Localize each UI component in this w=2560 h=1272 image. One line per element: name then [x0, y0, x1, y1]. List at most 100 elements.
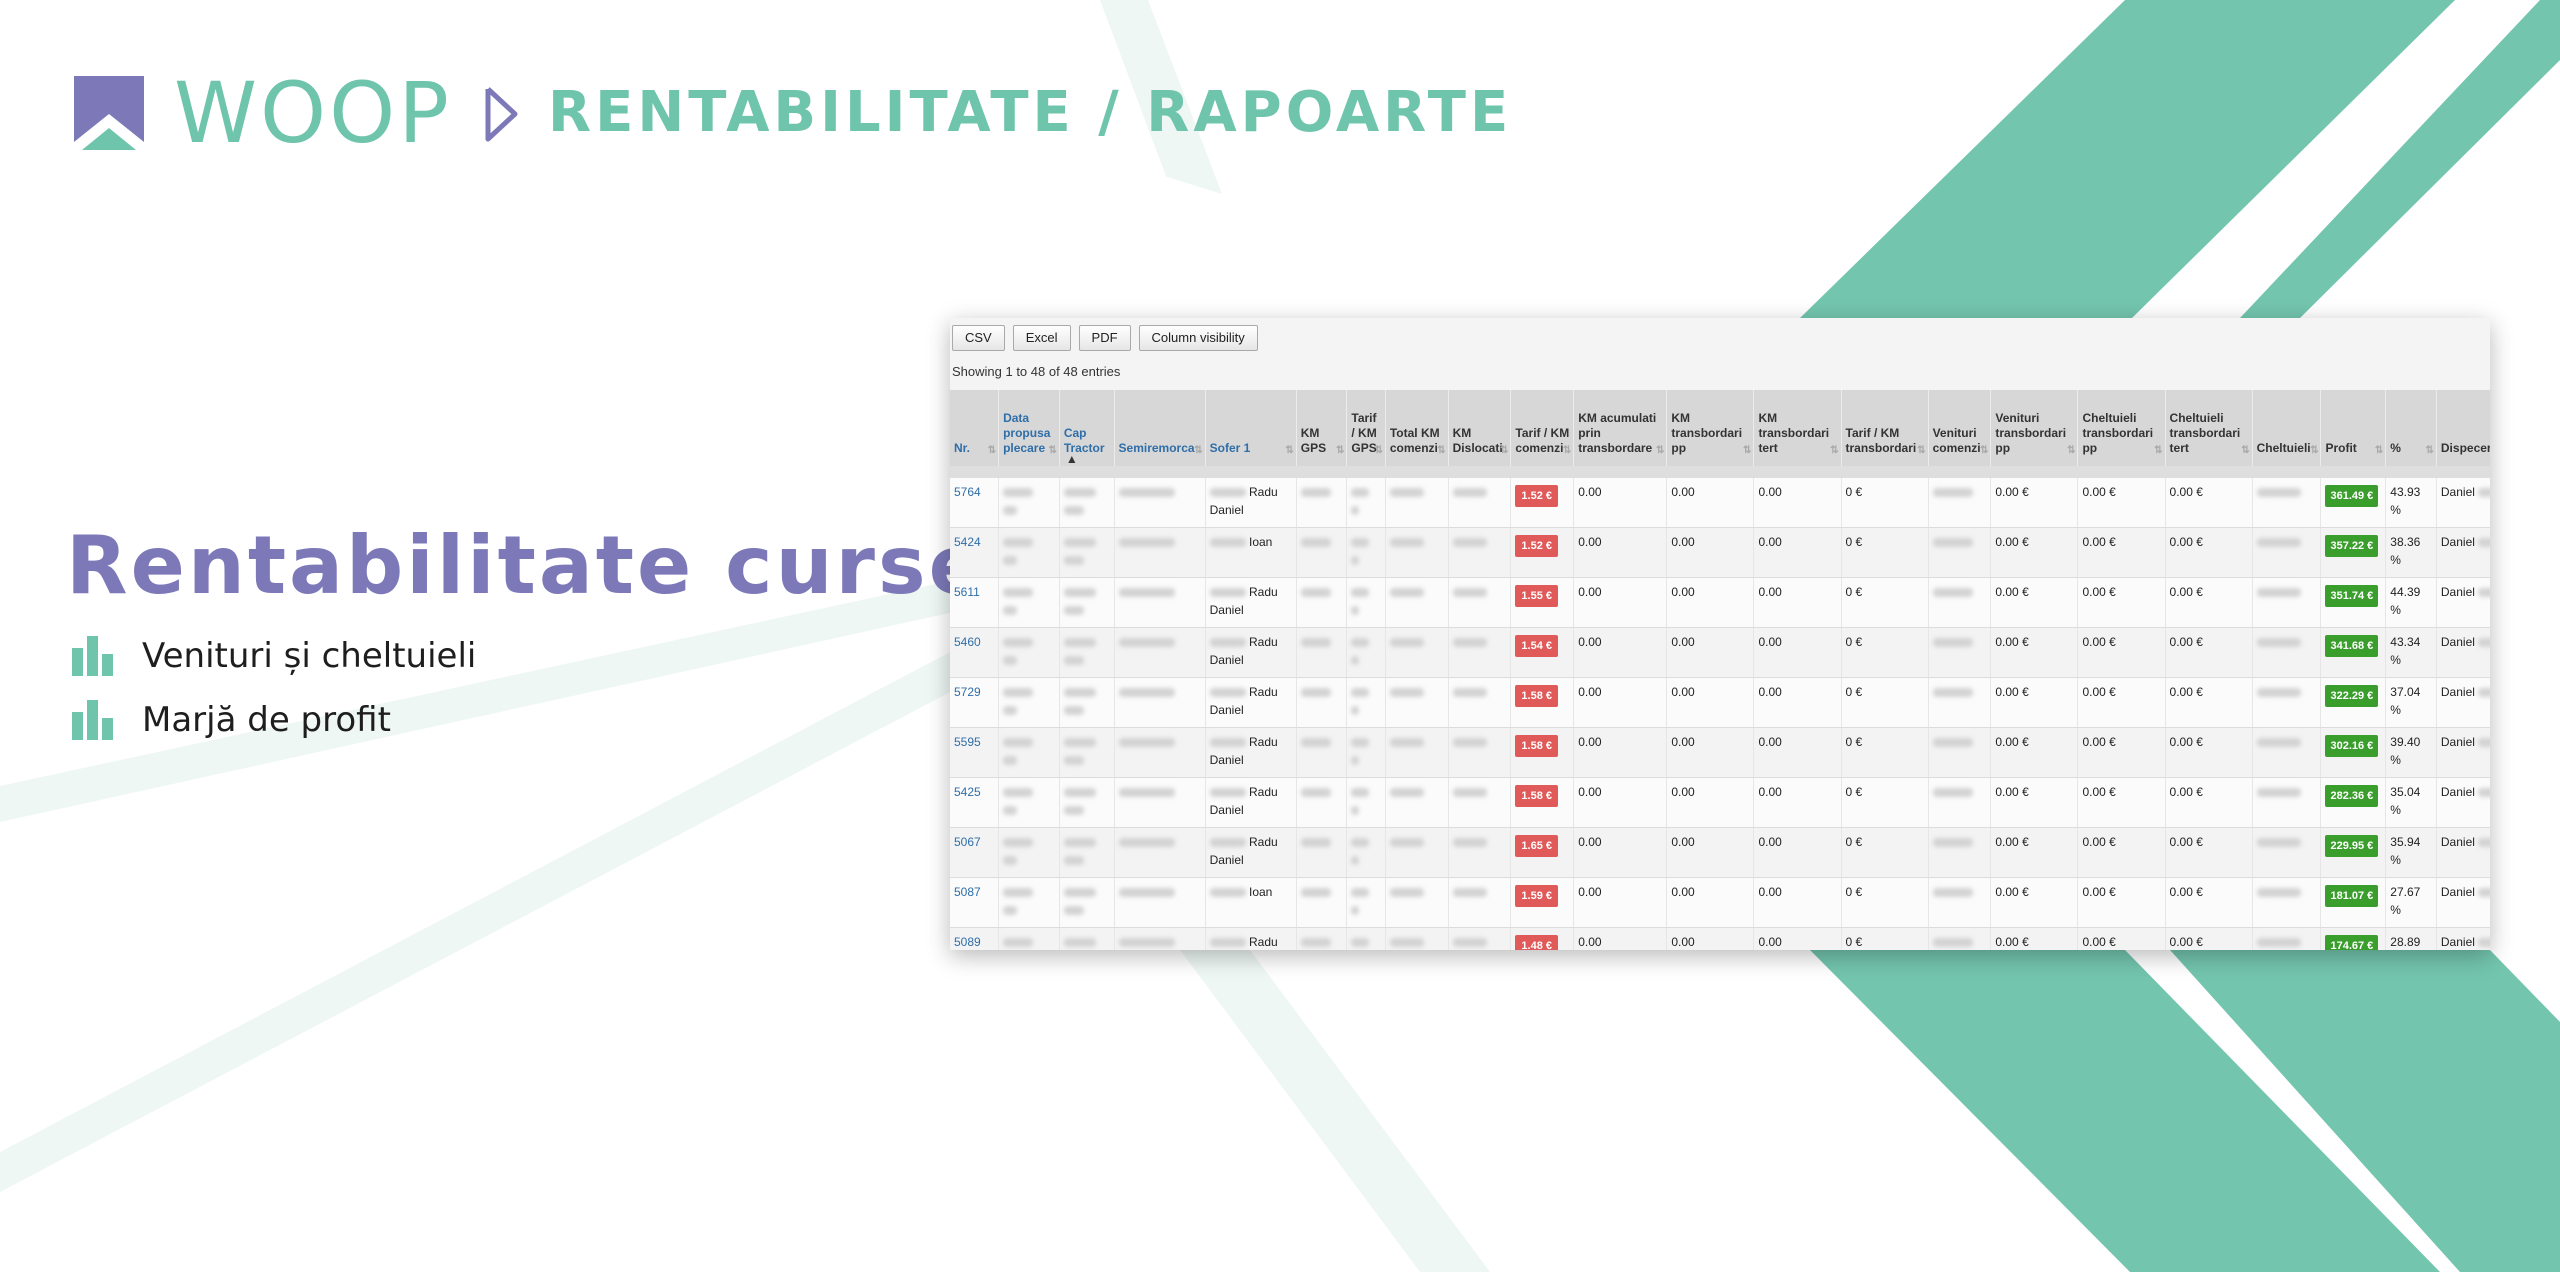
table-cell: 1.52 €	[1510, 478, 1575, 528]
cell-value: 0.00 €	[2169, 835, 2203, 849]
excel-button[interactable]: Excel	[1012, 325, 1071, 351]
redacted-value	[1118, 638, 1175, 648]
redacted-value	[2256, 938, 2301, 948]
sort-arrows-icon[interactable]: ⇅	[2310, 446, 2318, 456]
table-cell	[1385, 777, 1449, 828]
column-header[interactable]: KM Dislocati ⇅	[1448, 390, 1512, 466]
redacted-value	[1209, 938, 1246, 948]
column-header[interactable]: Cheltuieli transbordari pp ⇅	[2077, 390, 2166, 466]
column-header[interactable]: Cap Tractor ▲	[1059, 390, 1115, 466]
table-row[interactable]: 5424 Ioan 1.52 € 0.00 0.00 0.00 0 € 0.00 € 0.00…	[950, 527, 2490, 578]
column-header[interactable]: Tarif / KM comenzi ⇅	[1510, 390, 1575, 466]
cell-value: 0.00	[1758, 635, 1782, 649]
table-row[interactable]: 5087 Ioan 1.59 € 0.00 0.00 0.00 0 € 0.00 € 0.00…	[950, 877, 2490, 928]
column-header[interactable]: KM acumulati prin transbordare ⇅	[1573, 390, 1668, 466]
table-cell: 5611	[950, 577, 1000, 628]
sort-arrows-icon[interactable]: ⇅	[1194, 446, 1202, 456]
sort-arrows-icon[interactable]: ⇅	[1437, 446, 1445, 456]
cell-value: 0.00 €	[2169, 485, 2203, 499]
sort-arrows-icon[interactable]: ⇅	[2067, 446, 2075, 456]
dispatcher-name: Daniel	[2440, 735, 2475, 749]
table-cell: 27.67 %	[2385, 877, 2437, 928]
table-row[interactable]: 5460 Radu Daniel 1.54 € 0.00 0.00 0.00 0 € 0.0…	[950, 627, 2490, 678]
cell-value: 0.00	[1758, 585, 1782, 599]
sort-arrows-icon[interactable]: ⇅	[1374, 446, 1382, 456]
column-header[interactable]: Tarif / KM transbordari ⇅	[1841, 390, 1929, 466]
table-cell	[1385, 577, 1449, 628]
column-header[interactable]: Dispecer⇅	[2436, 390, 2490, 466]
column-header[interactable]: KM transbordari pp ⇅	[1666, 390, 1755, 466]
sort-arrows-icon[interactable]: ⇅	[1830, 446, 1838, 456]
column-visibility-button[interactable]: Column visibility	[1138, 325, 1258, 351]
table-row[interactable]: 5425 Radu Daniel 1.58 € 0.00 0.00 0.00 0 € 0.0…	[950, 777, 2490, 828]
sort-arrows-icon[interactable]: ⇅	[2241, 446, 2249, 456]
sort-arrows-icon[interactable]: ⇅	[1048, 446, 1056, 456]
column-header[interactable]: Cheltuieli ⇅	[2252, 390, 2322, 466]
sort-arrows-icon[interactable]: ⇅	[1500, 446, 1508, 456]
route-number-link[interactable]: 5460	[954, 635, 981, 649]
sort-arrows-icon[interactable]: ⇅	[1563, 446, 1571, 456]
column-header[interactable]: Venituri transbordari pp ⇅	[1990, 390, 2079, 466]
dispatcher-name: Daniel	[2440, 485, 2475, 499]
cell-value: 0 €	[1845, 885, 1863, 899]
table-row[interactable]: 5067 Radu Daniel 1.65 € 0.00 0.00 0.00 0 € 0.0…	[950, 827, 2490, 878]
route-number-link[interactable]: 5087	[954, 885, 981, 899]
route-number-link[interactable]: 5764	[954, 485, 981, 499]
sort-arrows-icon[interactable]: ⇅	[1285, 446, 1293, 456]
pdf-button[interactable]: PDF	[1078, 325, 1131, 351]
csv-button[interactable]: CSV	[952, 325, 1005, 351]
table-cell: 0.00	[1666, 877, 1755, 928]
table-cell: 0.00 €	[2077, 627, 2166, 678]
table-cell	[1114, 777, 1206, 828]
column-header[interactable]: KM GPS ⇅	[1296, 390, 1348, 466]
table-row[interactable]: 5089 Radu Daniel 1.48 € 0.00 0.00 0.00 0 € 0.0…	[950, 927, 2490, 950]
cell-value: 0.00 €	[2169, 735, 2203, 749]
redacted-value	[1932, 588, 1973, 598]
table-cell	[2252, 727, 2322, 778]
route-number-link[interactable]: 5611	[954, 585, 980, 599]
sort-arrows-icon[interactable]: ⇅	[1656, 446, 1664, 456]
sort-arrows-icon[interactable]: ⇅	[1743, 446, 1751, 456]
route-number-link[interactable]: 5425	[954, 785, 981, 799]
sort-arrows-icon[interactable]: ⇅	[2154, 446, 2162, 456]
column-header[interactable]: % ⇅	[2385, 390, 2437, 466]
route-number-link[interactable]: 5729	[954, 685, 981, 699]
sort-arrows-icon[interactable]: ▲	[1066, 453, 1078, 465]
sort-arrows-icon[interactable]: ⇅	[2375, 446, 2383, 456]
route-number-link[interactable]: 5595	[954, 735, 981, 749]
table-row[interactable]: 5595 Radu Daniel 1.58 € 0.00 0.00 0.00 0 € 0.0…	[950, 727, 2490, 778]
column-header[interactable]: Cheltuieli transbordari tert ⇅	[2165, 390, 2253, 466]
table-cell	[998, 777, 1060, 828]
column-header[interactable]: Tarif / KM GPS ⇅	[1346, 390, 1386, 466]
route-number-link[interactable]: 5067	[954, 835, 981, 849]
sort-arrows-icon[interactable]: ⇅	[988, 446, 996, 456]
sort-arrows-icon[interactable]: ⇅	[1917, 446, 1925, 456]
table-row[interactable]: 5611 Radu Daniel 1.55 € 0.00 0.00 0.00 0 € 0.0…	[950, 577, 2490, 628]
column-header[interactable]: Nr. ⇅	[950, 390, 1000, 466]
column-header[interactable]: KM transbordari tert ⇅	[1753, 390, 1842, 466]
column-header[interactable]: Total KM comenzi ⇅	[1385, 390, 1449, 466]
column-header[interactable]: Sofer 1 ⇅	[1205, 390, 1297, 466]
redacted-value	[1063, 888, 1096, 898]
route-number-link[interactable]: 5424	[954, 535, 981, 549]
column-header[interactable]: Semiremorca ⇅	[1114, 390, 1206, 466]
sort-arrows-icon[interactable]: ⇅	[1980, 446, 1988, 456]
route-number-link[interactable]: 5089	[954, 935, 981, 949]
cell-value: 0.00	[1671, 685, 1695, 699]
column-header[interactable]: Data propusa plecare ⇅	[998, 390, 1060, 466]
sort-arrows-icon[interactable]: ⇅	[1336, 446, 1344, 456]
redacted-value	[1118, 538, 1175, 548]
table-cell	[1296, 877, 1348, 928]
column-header[interactable]: Venituri comenzi ⇅	[1928, 390, 1992, 466]
table-row[interactable]: 5764 Radu Daniel 1.52 € 0.00 0.00 0.00 0 € 0.0…	[950, 478, 2490, 528]
table-cell: 0.00 €	[2165, 627, 2253, 678]
table-cell: 0.00 €	[1990, 877, 2079, 928]
sort-arrows-icon[interactable]: ⇅	[2426, 446, 2434, 456]
table-row[interactable]: 5729 Radu Daniel 1.58 € 0.00 0.00 0.00 0 € 0.0…	[950, 677, 2490, 728]
column-header-label: Total KM comenzi	[1389, 426, 1440, 455]
table-cell: 0.00 €	[2077, 478, 2166, 528]
redacted-value	[1300, 638, 1331, 648]
redacted-value	[1003, 538, 1034, 548]
table-cell	[1448, 827, 1512, 878]
column-header[interactable]: Profit ⇅	[2320, 390, 2387, 466]
